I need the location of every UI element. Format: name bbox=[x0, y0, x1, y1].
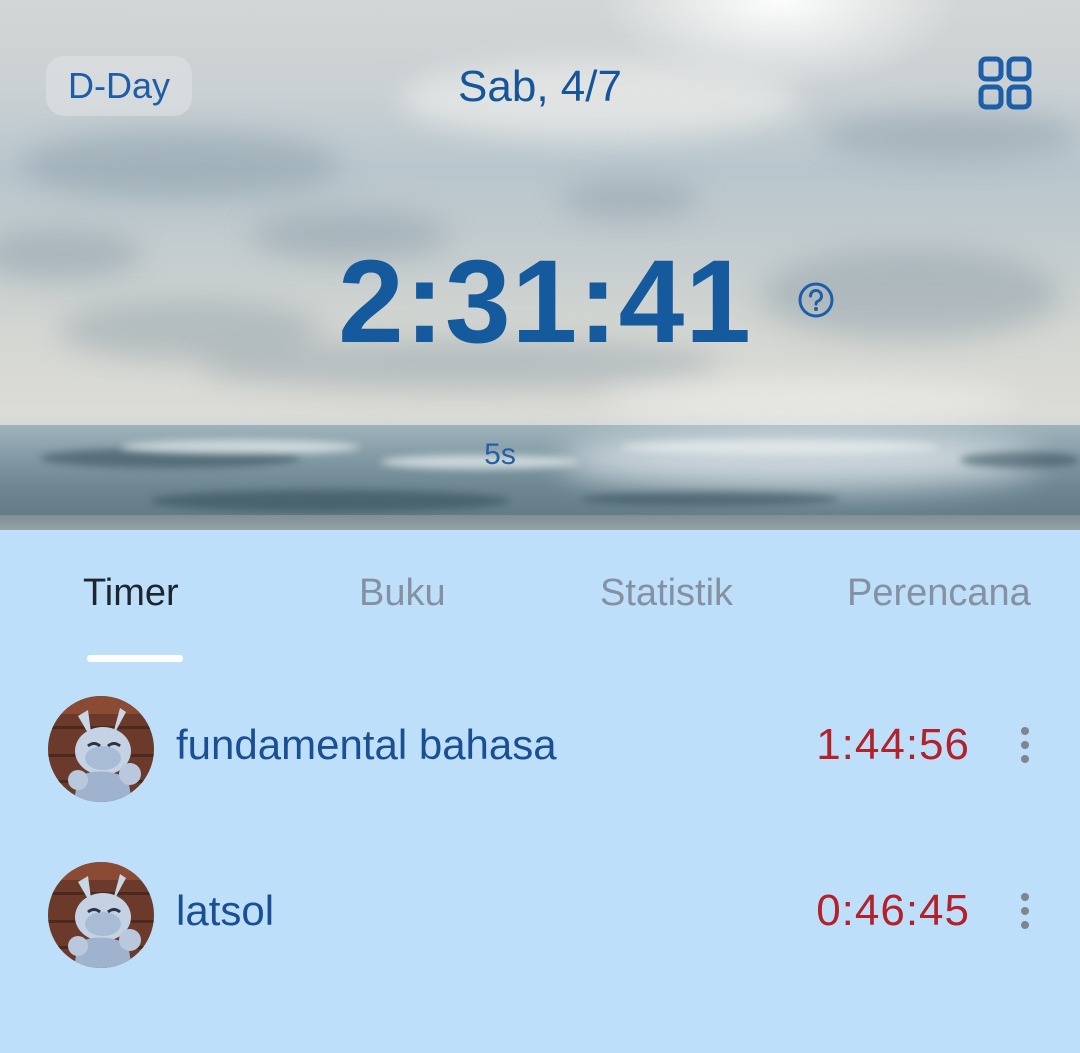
total-study-timer: 2:31:41 bbox=[338, 236, 752, 368]
date-label: Sab, 4/7 bbox=[458, 62, 622, 111]
subject-more-button[interactable] bbox=[1008, 722, 1042, 768]
active-tab-indicator bbox=[87, 655, 183, 662]
tab-timer[interactable]: Timer bbox=[83, 570, 179, 616]
tab-bar: Timer Buku Statistik Perencana bbox=[0, 530, 1080, 662]
grid-icon bbox=[978, 56, 1032, 113]
more-vertical-icon bbox=[1008, 727, 1042, 771]
help-circle-icon bbox=[796, 282, 836, 323]
grid-menu-button[interactable] bbox=[975, 56, 1035, 112]
subject-row[interactable]: fundamental bahasa 1:44:56 bbox=[0, 690, 1080, 810]
tab-buku[interactable]: Buku bbox=[359, 570, 446, 616]
help-button[interactable] bbox=[796, 280, 836, 320]
more-vertical-icon bbox=[1008, 893, 1042, 937]
tab-perencana[interactable]: Perencana bbox=[847, 570, 1031, 616]
interval-label: 5s bbox=[484, 438, 516, 471]
subject-time: 0:46:45 bbox=[816, 886, 970, 935]
subject-name: fundamental bahasa bbox=[176, 721, 557, 768]
subject-more-button[interactable] bbox=[1008, 888, 1042, 934]
subject-avatar[interactable] bbox=[48, 696, 154, 802]
subject-time: 1:44:56 bbox=[816, 720, 970, 769]
subject-name: latsol bbox=[176, 887, 275, 934]
header-background-photo: D-Day Sab, 4/7 2:31:41 5s bbox=[0, 0, 1080, 530]
subject-row[interactable]: latsol 0:46:45 bbox=[0, 856, 1080, 976]
tab-statistik[interactable]: Statistik bbox=[600, 570, 733, 616]
subject-avatar[interactable] bbox=[48, 862, 154, 968]
